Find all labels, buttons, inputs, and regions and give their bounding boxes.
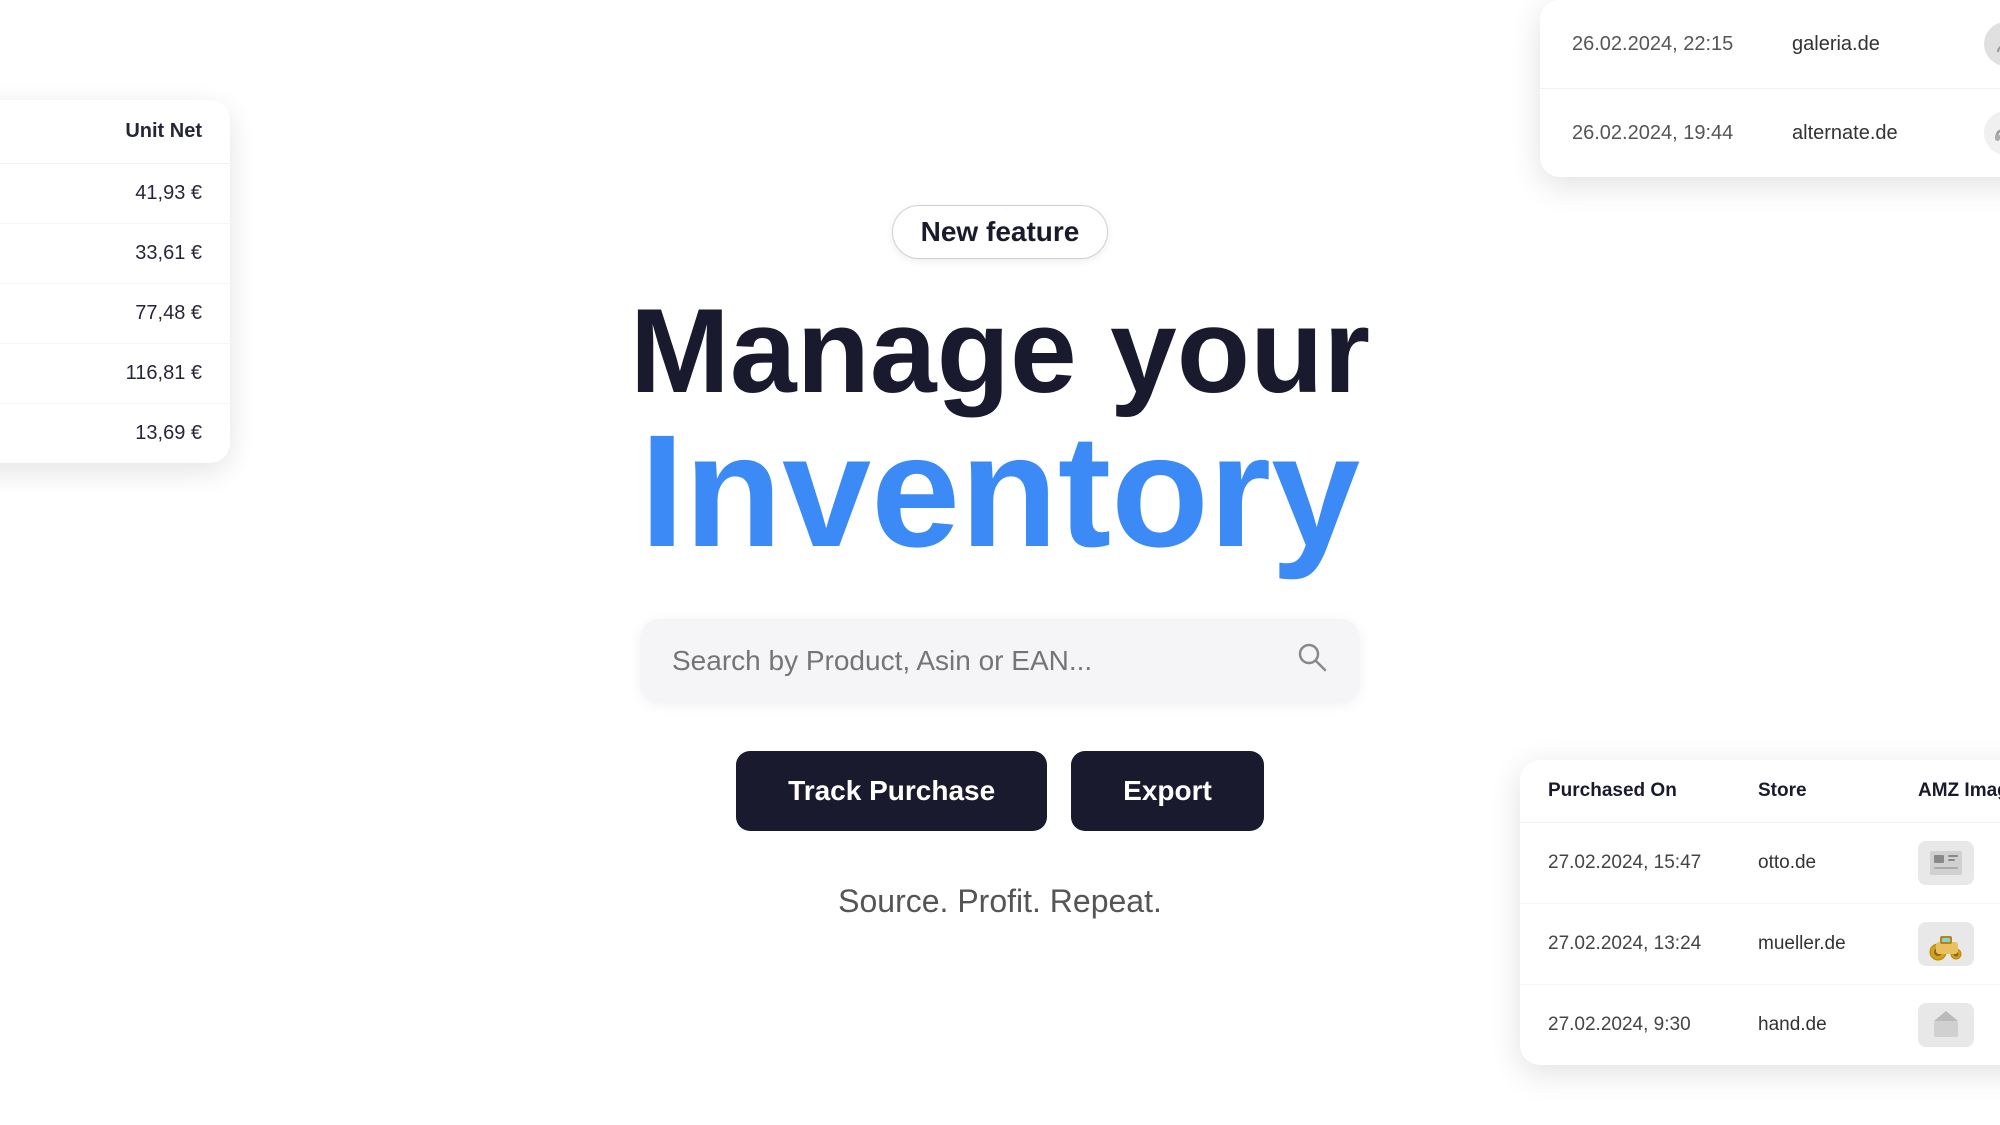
button-row: Track Purchase Export bbox=[736, 751, 1264, 831]
export-button[interactable]: Export bbox=[1071, 751, 1264, 831]
search-icon bbox=[1296, 641, 1328, 681]
new-feature-badge: New feature bbox=[892, 205, 1109, 259]
search-input[interactable] bbox=[672, 645, 1296, 677]
tagline: Source. Profit. Repeat. bbox=[838, 883, 1162, 920]
headline-line2: Inventory bbox=[630, 411, 1370, 571]
search-bar[interactable] bbox=[640, 619, 1360, 703]
main-content: New feature Manage your Inventory Track … bbox=[0, 0, 2000, 1125]
headline-block: Manage your Inventory bbox=[630, 291, 1370, 571]
headline-line1: Manage your bbox=[630, 291, 1370, 411]
track-purchase-button[interactable]: Track Purchase bbox=[736, 751, 1047, 831]
